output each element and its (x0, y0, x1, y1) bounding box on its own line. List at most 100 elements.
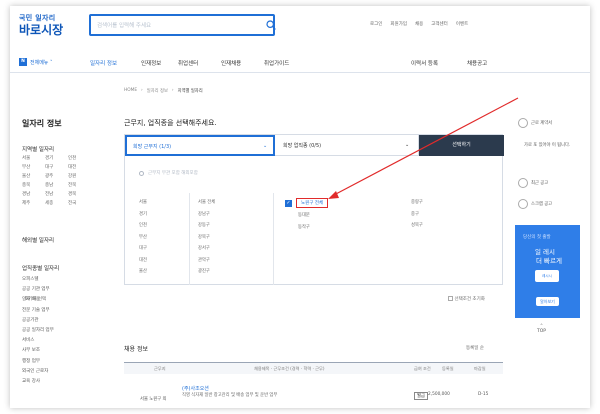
sidebar-region-heading[interactable]: 지역별 일자리 (22, 145, 54, 153)
reset-conditions[interactable]: 선택조건 초기화 (446, 296, 485, 302)
job-category-link[interactable]: 행정 업무 (22, 358, 54, 364)
region-link[interactable]: 대구 (45, 164, 68, 170)
rail-scrap[interactable]: 스크랩 공고 (518, 199, 552, 209)
region-option[interactable]: 서울 (139, 199, 147, 205)
job-category-link[interactable]: 공공 기관 업무 (22, 286, 54, 292)
top-link-event[interactable]: 이벤트 (456, 21, 468, 27)
row-company[interactable]: (주)사조오션 (182, 385, 209, 392)
rail-scrap-label: 스크랩 공고 (531, 202, 553, 207)
region-link[interactable]: 제주 (22, 200, 45, 206)
tab-job-type[interactable]: 희망 업직종 (0/5) ⌄ (275, 135, 419, 156)
job-category-link[interactable]: 교육 강사 (22, 378, 54, 384)
search-icon[interactable] (266, 20, 276, 30)
district-option[interactable]: 광진구 (198, 268, 215, 274)
region-link[interactable]: 서울 (22, 155, 45, 161)
district-option[interactable]: 강서구 (198, 245, 215, 251)
top-link-support[interactable]: 고객센터 (431, 21, 448, 27)
ad-top-text: 당신의 첫 출발 (523, 235, 551, 240)
ad-button[interactable]: 알아보기 (536, 297, 559, 306)
region-option[interactable]: 울산 (139, 268, 147, 274)
sort-select[interactable]: 등록일 순 (466, 345, 484, 351)
job-category-link[interactable]: 공공 일자리 업무 (22, 327, 54, 333)
district-option[interactable]: 중랑구 (411, 199, 423, 205)
rail-contract-label: 근로 계약서 (531, 121, 553, 126)
job-category-link[interactable]: 전문 기술 업무 (22, 307, 54, 313)
job-category-link[interactable]: 외국인 근로자 (22, 368, 54, 374)
region-column: 서울 경기 인천 부산 대구 대전 울산 (139, 199, 147, 274)
document-icon (518, 118, 528, 128)
region-link[interactable]: 충남 (45, 182, 68, 188)
region-option[interactable]: 부산 (139, 234, 147, 240)
nav-item-postings[interactable]: 채용공고 (467, 59, 487, 67)
radio-circle-icon[interactable] (139, 170, 144, 176)
include-option[interactable]: 근무지 무관 포함 해외포함 (139, 170, 198, 176)
region-option[interactable]: 대구 (139, 245, 147, 251)
checkbox-checked-icon[interactable]: ✓ (285, 199, 292, 207)
rail-recent[interactable]: 최근 공고 (518, 178, 548, 188)
top-link-login[interactable]: 로그인 (370, 21, 382, 27)
ad-banner[interactable]: 당신의 첫 출발 일 레시 더 빠르게 레시시 알아보기 (515, 225, 580, 318)
row-title[interactable]: 직영 식자재 일반 창고관리 및 배송 업무 및 운반 업무 (182, 392, 277, 398)
district-option[interactable]: 동작구 (298, 224, 310, 230)
region-link[interactable]: 전국 (68, 200, 91, 206)
district-option[interactable]: 관악구 (198, 257, 215, 263)
top-link-join[interactable]: 회원가입 (390, 21, 407, 27)
region-link[interactable]: 경남 (22, 191, 45, 197)
row-location: 서울 노원구 외 (140, 397, 167, 402)
nav-item-resume[interactable]: 이력서 등록 (411, 59, 438, 67)
job-category-link[interactable]: 오피스텔 (22, 276, 54, 282)
top-link-jobs[interactable]: 채용 (415, 21, 423, 27)
filter-panel: 희망 근무지 (1/3) ⌄ 희망 업직종 (0/5) ⌄ 선택하기 근무지 무… (124, 134, 504, 285)
job-category-link[interactable]: 서비스 (22, 337, 54, 343)
region-link[interactable]: 경북 (68, 191, 91, 197)
tab-location-label: 희망 근무지 (1/3) (133, 144, 172, 150)
region-link[interactable]: 부산 (22, 164, 45, 170)
breadcrumb-jobs[interactable]: 일자리 정보 (147, 88, 168, 94)
district-option[interactable]: 강북구 (198, 234, 215, 240)
region-link[interactable]: 대전 (68, 164, 91, 170)
nav-item-center[interactable]: 취업센터 (178, 59, 198, 67)
nav-item-guide[interactable]: 취업가이드 (264, 59, 289, 67)
nav-item-hiring[interactable]: 인재채용 (221, 59, 241, 67)
sidebar-overseas[interactable]: 해외별 일자리 (22, 236, 54, 244)
scroll-top-button[interactable]: ⌃ TOP (537, 324, 546, 334)
checkbox-icon[interactable] (448, 296, 453, 301)
search-input[interactable]: 검색어를 입력해 주세요 (89, 14, 276, 36)
region-link[interactable]: 세종 (45, 200, 68, 206)
job-category-link[interactable]: 사무 보조 (22, 347, 54, 353)
sidebar-job-heading[interactable]: 업직종별 일자리 (22, 264, 59, 272)
logo-title[interactable]: 바로시장 (19, 21, 63, 38)
region-link[interactable]: 전북 (68, 182, 91, 188)
region-option[interactable]: 대전 (139, 257, 147, 263)
region-link[interactable]: 충북 (22, 182, 45, 188)
menu-badge: N (19, 58, 27, 66)
nav-item-jobs[interactable]: 일자리 정보 (90, 59, 117, 67)
tab-location[interactable]: 희망 근무지 (1/3) ⌄ (125, 135, 275, 156)
column-header: 근무지 (154, 366, 166, 371)
district-option[interactable]: 성북구 (411, 222, 423, 228)
district-option[interactable]: 동대문 (298, 212, 310, 218)
district-option[interactable]: 강동구 (198, 222, 215, 228)
region-option[interactable]: 경기 (139, 211, 147, 217)
selected-district[interactable]: ✓ 노원구 전체 (285, 198, 329, 208)
district-option[interactable]: 강남구 (198, 211, 215, 217)
region-link[interactable]: 강원 (68, 173, 91, 179)
column-header: 채용제목 · 근무조건 (경력 · 학력 · 근무) (254, 366, 325, 371)
breadcrumb-home[interactable]: HOME (124, 88, 137, 94)
column-header: 등록일 (442, 366, 454, 371)
all-menu-button[interactable]: 전체메뉴 ˅ (30, 59, 53, 66)
region-link[interactable]: 전남 (45, 191, 68, 197)
job-category-link[interactable]: 공공기관 (22, 317, 54, 323)
region-link[interactable]: 울산 (22, 173, 45, 179)
select-button[interactable]: 선택하기 (419, 135, 504, 156)
column-divider (273, 193, 274, 285)
district-option[interactable]: 중구 (411, 211, 423, 217)
region-link[interactable]: 경기 (45, 155, 68, 161)
rail-contract[interactable]: 근로 계약서 (518, 118, 552, 128)
region-link[interactable]: 인천 (68, 155, 91, 161)
district-option[interactable]: 서울 전체 (198, 199, 215, 205)
nav-item-talent[interactable]: 인재정보 (141, 59, 161, 67)
region-link[interactable]: 광주 (45, 173, 68, 179)
reset-selection[interactable]: 초기화 선택 (24, 296, 46, 302)
region-option[interactable]: 인천 (139, 222, 147, 228)
